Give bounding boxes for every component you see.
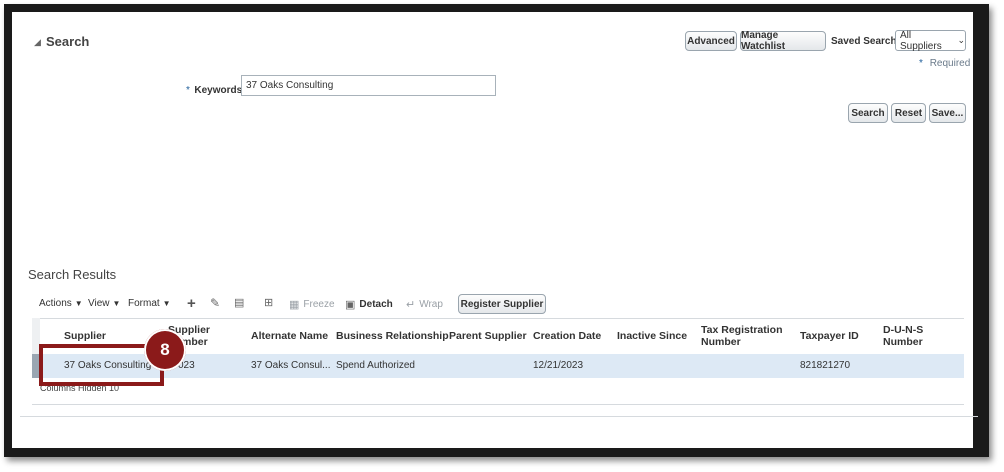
table-header-divider (40, 318, 964, 319)
wrap-label: Wrap (419, 299, 443, 310)
format-menu[interactable]: Format ▼ (128, 298, 171, 309)
chevron-down-icon: ⌄ (957, 35, 965, 45)
required-star: * (919, 58, 923, 69)
manage-watchlist-button[interactable]: Manage Watchlist (740, 30, 826, 52)
col-header-business-relationship[interactable]: Business Relationship (336, 330, 449, 342)
col-header-creation-date[interactable]: Creation Date (533, 330, 601, 342)
saved-search-label: Saved Search (831, 36, 897, 47)
freeze-icon: ▦ (289, 299, 300, 311)
freeze-label: Freeze (303, 299, 335, 310)
keywords-input-value: 37 Oaks Consulting (246, 80, 334, 91)
cell-creation-date: 12/21/2023 (533, 360, 584, 371)
col-header-supplier[interactable]: Supplier (64, 330, 106, 342)
keywords-label-text: Keywords (194, 85, 243, 96)
save-button[interactable]: Save... (929, 103, 966, 123)
cell-business-relationship: Spend Authorized (336, 360, 415, 371)
search-button[interactable]: Search (848, 103, 888, 123)
col-header-tax-registration-number[interactable]: Tax Registration Number (701, 324, 789, 348)
add-icon[interactable]: + (187, 295, 196, 312)
register-supplier-button[interactable]: Register Supplier (458, 294, 546, 314)
detach-button[interactable]: ▣ Detach (345, 298, 393, 311)
reset-button[interactable]: Reset (891, 103, 926, 123)
actions-menu-label: Actions (39, 298, 72, 309)
step-callout-badge: 8 (144, 329, 186, 371)
advanced-button[interactable]: Advanced (685, 31, 737, 51)
col-header-taxpayer-id[interactable]: Taxpayer ID (800, 330, 859, 342)
saved-search-select[interactable]: All Suppliers ⌄ (895, 29, 966, 52)
export-icon[interactable]: ▤ (234, 296, 244, 309)
dropdown-arrow-icon: ▼ (162, 299, 171, 308)
col-header-alternate-name[interactable]: Alternate Name (251, 330, 328, 342)
col-header-inactive-since[interactable]: Inactive Since (617, 330, 687, 342)
keywords-input[interactable]: 37 Oaks Consulting (241, 75, 496, 96)
wrap-button[interactable]: ↵ Wrap (406, 298, 443, 311)
required-label: Required (929, 58, 971, 69)
format-menu-label: Format (128, 298, 160, 309)
col-header-duns-number[interactable]: D-U-N-S Number (883, 324, 933, 348)
detach-label: Detach (359, 299, 393, 310)
col-header-parent-supplier[interactable]: Parent Supplier (449, 330, 527, 342)
edit-pencil-icon[interactable]: ✎ (210, 296, 220, 310)
keywords-required-star: * (186, 85, 190, 96)
detach-icon: ▣ (345, 299, 356, 311)
wrap-icon: ↵ (406, 299, 416, 311)
required-indicator: * Required (919, 58, 970, 69)
keywords-label: * Keywords (186, 80, 242, 98)
actions-menu[interactable]: Actions ▼ (39, 298, 83, 309)
search-results-title: Search Results (28, 267, 117, 282)
cell-alternate-name: 37 Oaks Consul... (251, 360, 331, 371)
dropdown-arrow-icon: ▼ (112, 299, 121, 308)
query-by-example-icon[interactable]: ⊞ (264, 296, 273, 309)
cell-taxpayer-id: 821821270 (800, 360, 851, 371)
collapse-icon[interactable]: ◢ (34, 37, 41, 48)
panel-bottom-divider (20, 416, 978, 417)
view-menu-label: View (88, 298, 110, 309)
dropdown-arrow-icon: ▼ (74, 299, 83, 308)
saved-search-value: All Suppliers (900, 29, 942, 52)
view-menu[interactable]: View ▼ (88, 298, 120, 309)
table-bottom-divider (32, 404, 964, 405)
search-section-title: Search (46, 34, 90, 49)
freeze-button[interactable]: ▦ Freeze (289, 298, 335, 311)
